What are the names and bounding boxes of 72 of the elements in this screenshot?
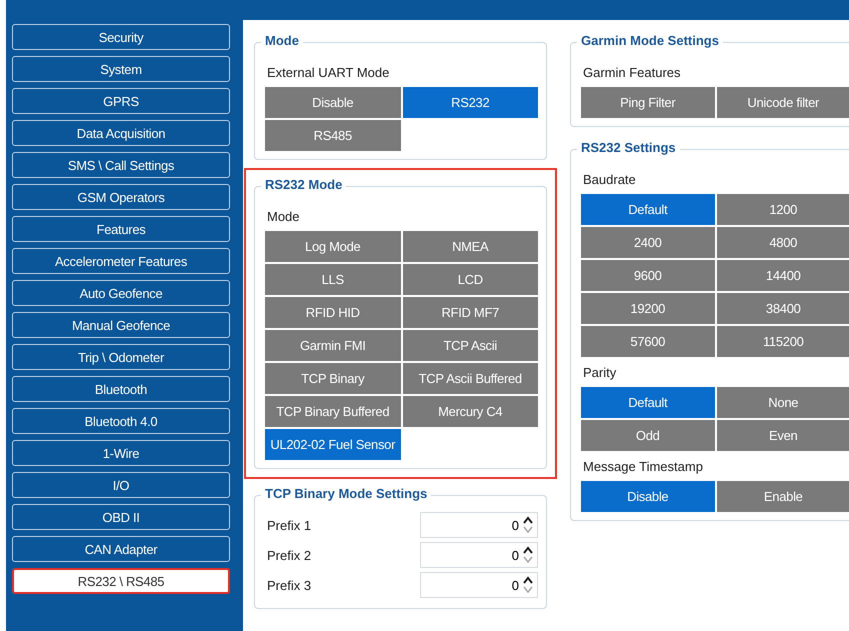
sidebar-item[interactable]: CAN Adapter (12, 536, 230, 562)
option-button[interactable]: Default (581, 387, 714, 418)
option-button[interactable]: None (716, 387, 849, 418)
option-button[interactable]: 115200 (716, 326, 849, 357)
field-label: Baudrate (582, 171, 637, 189)
option-button[interactable]: Even (716, 420, 849, 451)
field-label: Mode (266, 208, 301, 226)
sidebar-item[interactable]: System (12, 56, 230, 82)
group-title: Mode (261, 33, 303, 48)
up-down-arrows-icon[interactable] (523, 516, 533, 534)
option-button[interactable]: 1200 (716, 194, 849, 225)
option-button[interactable]: 38400 (716, 293, 849, 324)
sidebar-item[interactable]: Bluetooth (12, 376, 230, 402)
option-button[interactable]: Odd (581, 420, 714, 451)
sidebar-item[interactable]: Features (12, 216, 230, 242)
option-button[interactable]: NMEA (402, 231, 538, 262)
option-button[interactable]: 9600 (581, 260, 714, 291)
sidebar-item[interactable]: Bluetooth 4.0 (12, 408, 230, 434)
option-button[interactable]: RS485 (265, 120, 400, 151)
sidebar-item[interactable]: GSM Operators (12, 184, 230, 210)
option-button[interactable]: LLS (265, 264, 400, 295)
option-button[interactable]: TCP Binary (265, 363, 400, 394)
field-label: External UART Mode (266, 64, 390, 82)
option-button[interactable]: Mercury C4 (402, 396, 538, 427)
field-label: Parity (582, 364, 618, 382)
sidebar-item[interactable]: SMS \ Call Settings (12, 152, 230, 178)
field-label: Prefix 2 (266, 546, 312, 564)
option-button[interactable]: 14400 (716, 260, 849, 291)
option-button[interactable]: 19200 (581, 293, 714, 324)
option-button[interactable]: Default (581, 194, 714, 225)
option-button[interactable]: 2400 (581, 227, 714, 258)
option-button[interactable]: Disable (581, 481, 714, 512)
option-button[interactable]: TCP Ascii Buffered (402, 363, 538, 394)
option-button[interactable]: RS232 (402, 87, 538, 118)
option-button[interactable]: Unicode filter (716, 87, 849, 118)
option-button[interactable]: RFID MF7 (402, 297, 538, 328)
field-label: Message Timestamp (582, 458, 704, 476)
sidebar-item[interactable]: Auto Geofence (12, 280, 230, 306)
sidebar-item[interactable]: Accelerometer Features (12, 248, 230, 274)
sidebar-item[interactable]: GPRS (12, 88, 230, 114)
sidebar-item[interactable]: 1-Wire (12, 440, 230, 466)
sidebar-item[interactable]: OBD II (12, 504, 230, 530)
sidebar-item[interactable]: Data Acquisition (12, 120, 230, 146)
field-label: Garmin Features (582, 64, 682, 82)
number-spinner[interactable]: 0 (420, 542, 538, 568)
option-button[interactable]: Log Mode (265, 231, 400, 262)
option-button[interactable]: Disable (265, 87, 400, 118)
up-down-arrows-icon[interactable] (523, 576, 533, 594)
field-label: Prefix 1 (266, 516, 312, 534)
sidebar-item[interactable]: I/O (12, 472, 230, 498)
option-button[interactable]: UL202-02 Fuel Sensor (265, 429, 400, 460)
group-title: TCP Binary Mode Settings (261, 486, 432, 501)
number-spinner[interactable]: 0 (420, 572, 538, 598)
option-button[interactable]: Garmin FMI (265, 330, 400, 361)
option-button[interactable]: TCP Binary Buffered (265, 396, 400, 427)
up-down-arrows-icon[interactable] (523, 546, 533, 564)
option-button[interactable]: Ping Filter (581, 87, 714, 118)
option-button[interactable]: RFID HID (265, 297, 400, 328)
group-title: Garmin Mode Settings (577, 33, 723, 48)
number-spinner[interactable]: 0 (420, 512, 538, 538)
sidebar-item[interactable]: Trip \ Odometer (12, 344, 230, 370)
sidebar-item[interactable]: Security (12, 24, 230, 50)
option-button[interactable]: 4800 (716, 227, 849, 258)
option-button[interactable]: 57600 (581, 326, 714, 357)
option-button[interactable]: Enable (716, 481, 849, 512)
group-title: RS232 Mode (261, 177, 346, 192)
group-title: RS232 Settings (577, 140, 680, 155)
option-button[interactable]: LCD (402, 264, 538, 295)
sidebar-item[interactable]: RS232 \ RS485 (12, 568, 230, 594)
sidebar-item[interactable]: Manual Geofence (12, 312, 230, 338)
field-label: Prefix 3 (266, 576, 312, 594)
option-button[interactable]: TCP Ascii (402, 330, 538, 361)
